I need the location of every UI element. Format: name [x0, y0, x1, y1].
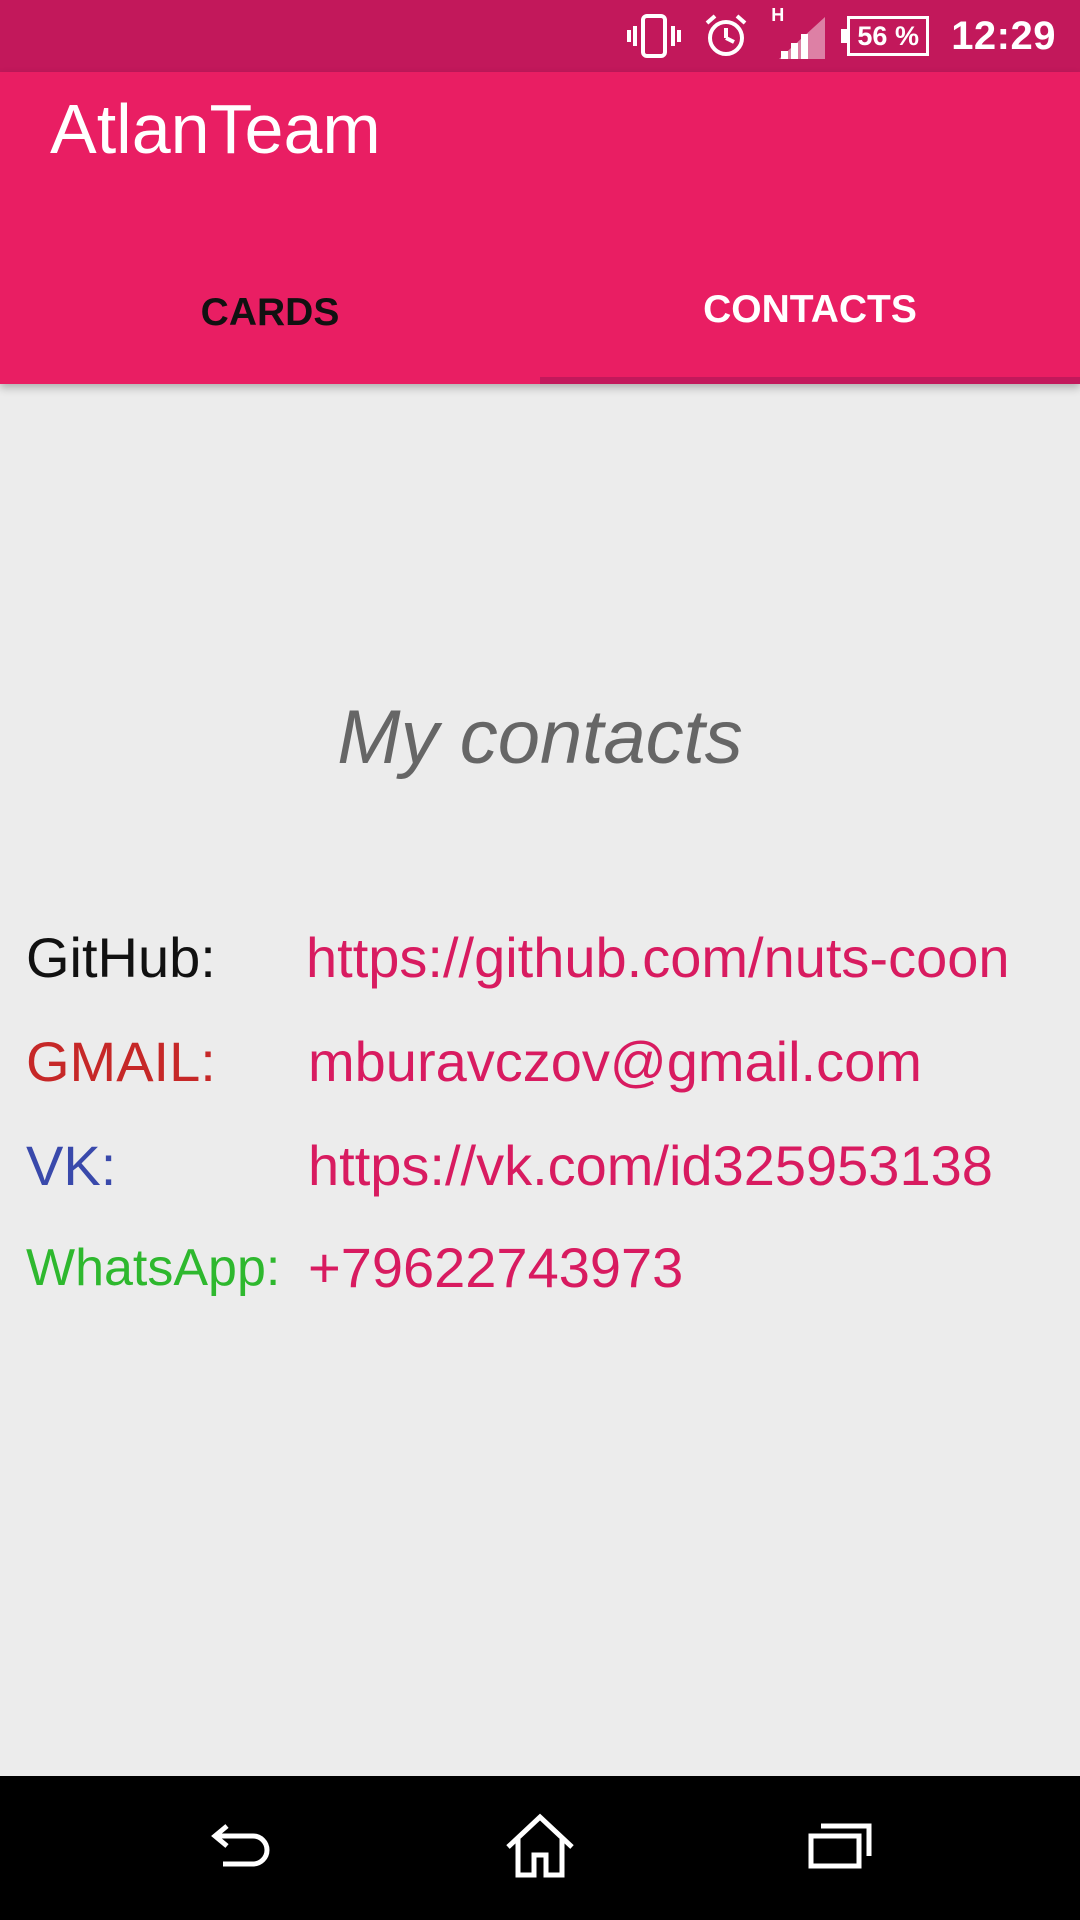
back-button[interactable]: [160, 1776, 320, 1920]
contacts-content: My contacts GitHub: https://github.com/n…: [0, 384, 1080, 1776]
contact-row-vk: VK: https://vk.com/id325953138: [0, 1122, 1080, 1210]
screen: H 56 % 12:29 AtlanTeam CARDS CONTACTS My…: [0, 0, 1080, 1920]
recents-button[interactable]: [760, 1776, 920, 1920]
app-bar: AtlanTeam CARDS CONTACTS: [0, 72, 1080, 384]
contact-row-whatsapp: WhatsApp: +79622743973: [0, 1224, 1080, 1312]
app-title: AtlanTeam: [50, 90, 381, 168]
contact-link-github[interactable]: https://github.com/nuts-coon: [306, 914, 1010, 1002]
signal-icon: H: [771, 5, 826, 59]
battery-percent: 56 %: [857, 20, 919, 51]
page-title: My contacts: [337, 695, 743, 780]
recents-icon: [807, 1822, 873, 1875]
tab-cards[interactable]: CARDS: [0, 242, 540, 384]
alarm-icon: [703, 13, 749, 59]
navigation-bar: [0, 1776, 1080, 1920]
contact-row-gmail: GMAIL: mburavczov@gmail.com: [0, 1018, 1080, 1106]
battery-icon: 56 %: [841, 16, 930, 56]
home-icon: [504, 1813, 576, 1884]
status-bar: H 56 % 12:29: [0, 0, 1080, 72]
contact-label-gmail: GMAIL:: [26, 1030, 216, 1093]
back-icon: [205, 1818, 275, 1879]
home-button[interactable]: [460, 1776, 620, 1920]
contact-link-gmail[interactable]: mburavczov@gmail.com: [308, 1018, 922, 1106]
contact-row-github: GitHub: https://github.com/nuts-coon: [0, 914, 1080, 1002]
tab-contacts[interactable]: CONTACTS: [540, 242, 1080, 384]
contact-link-whatsapp[interactable]: +79622743973: [308, 1224, 683, 1312]
vibrate-icon: [627, 14, 682, 58]
contact-link-vk[interactable]: https://vk.com/id325953138: [308, 1122, 993, 1210]
network-type-label: H: [771, 5, 785, 25]
contact-label-vk: VK:: [26, 1134, 117, 1197]
contact-label-github: GitHub:: [26, 926, 216, 989]
status-icons: H 56 % 12:29: [627, 0, 1056, 72]
clock: 12:29: [951, 13, 1056, 58]
contact-label-whatsapp: WhatsApp:: [26, 1239, 281, 1297]
